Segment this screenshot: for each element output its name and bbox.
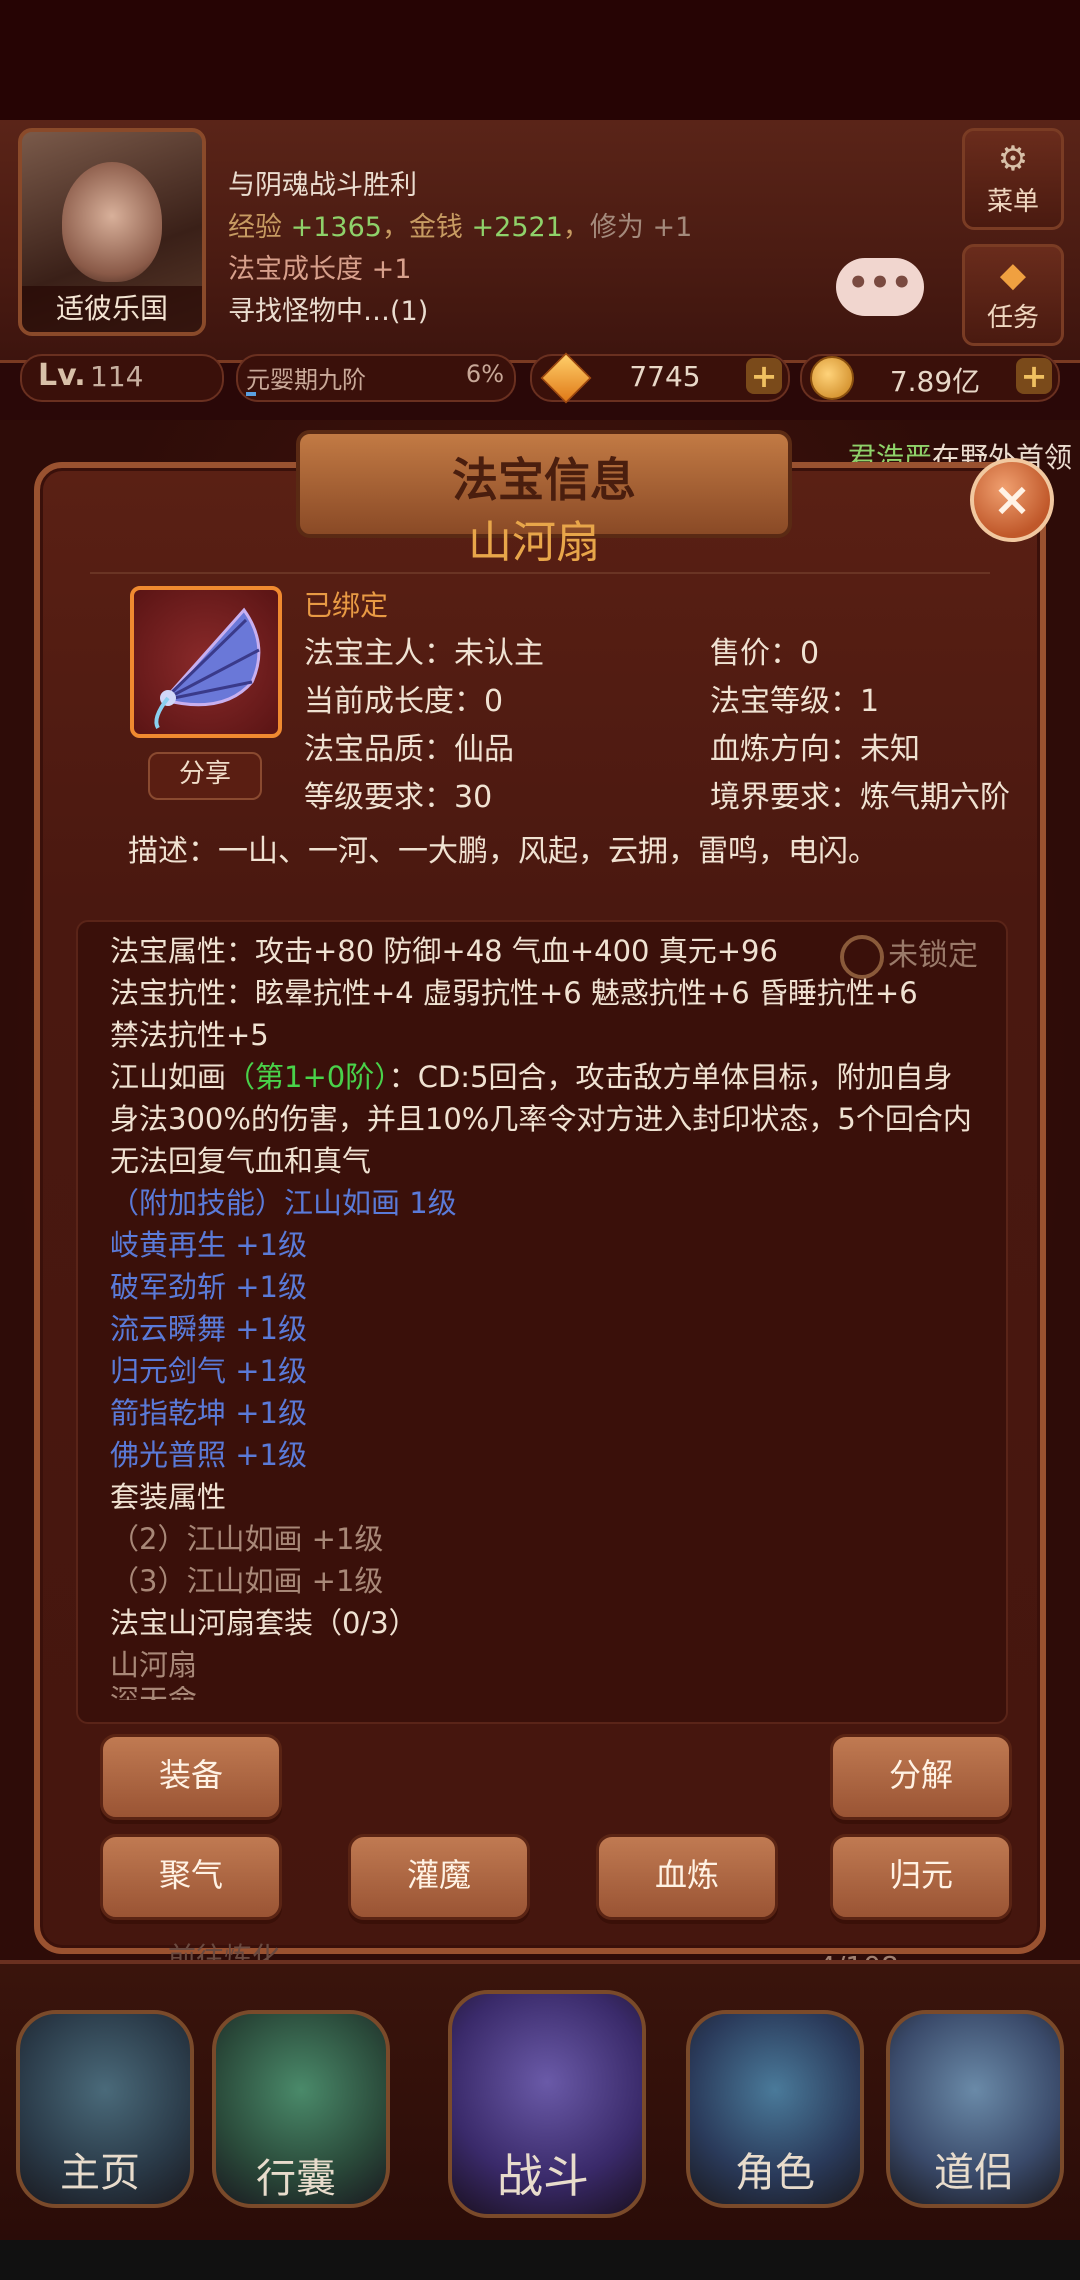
coin-count: 7.89亿 (889, 365, 981, 398)
nav-role-label: 角色 (735, 2150, 815, 2196)
cultivation-value: +1 (652, 212, 693, 243)
exp-label: 经验 (228, 212, 282, 243)
decompose-button[interactable]: 分解 (830, 1734, 1012, 1820)
add-gems-button[interactable]: + (746, 358, 782, 394)
battle-log-line2: 经验 +1365，金钱 +2521，修为 +1 (228, 208, 692, 248)
bonus-skill: 流云瞬舞 +1级 (110, 1312, 307, 1346)
growth-value: +1 (371, 254, 412, 285)
bonus-skill: 破军劲斩 +1级 (110, 1270, 307, 1304)
level-value: 114 (90, 360, 144, 393)
menu-button[interactable]: ⚙ 菜单 (962, 128, 1064, 230)
suit-item: 山河扇 (110, 1648, 198, 1682)
comma: ， (381, 212, 409, 243)
comma: ， (562, 212, 590, 243)
realm-name: 元婴期九阶 (246, 366, 366, 394)
battle-log-line1: 与阴魂战斗胜利 (228, 170, 417, 201)
blood-refine-button[interactable]: 血炼 (596, 1834, 778, 1920)
extra-skill: （附加技能）江山如画 1级 (110, 1186, 457, 1220)
nav-bag-label: 行囊 (256, 2156, 336, 2202)
quality-info: 法宝品质：仙品 (304, 732, 514, 767)
bound-status: 已绑定 (304, 589, 389, 622)
realm-progress: 6% (465, 360, 504, 388)
return-button[interactable]: 归元 (830, 1834, 1012, 1920)
realm-progress-fill (246, 392, 256, 396)
exp-value: +1365 (290, 212, 382, 243)
suit-title: 法宝山河扇套装（0/3） (110, 1606, 418, 1640)
gem-currency: 7745 + (530, 352, 790, 404)
cultivation-label: 修为 (589, 212, 644, 243)
divider (90, 572, 990, 574)
resist-line-2: 禁法抗性+5 (110, 1018, 269, 1052)
bonus-skill: 佛光普照 +1级 (110, 1438, 307, 1472)
realm-bar: 元婴期九阶 6% (236, 354, 516, 402)
add-coins-button[interactable]: + (1016, 358, 1052, 394)
level-bar: Lv. 114 (20, 354, 224, 402)
gem-icon (540, 352, 592, 404)
skill-desc-1: ：CD:5回合，攻击敌方单体目标，附加自身 (388, 1060, 953, 1094)
diamond-icon: ◆ (999, 255, 1027, 295)
skill-desc-2: 身法300%的伤害，并且10%几率令对方进入封印状态，5个回合内 (110, 1102, 972, 1136)
attr-line: 法宝属性：攻击+80 防御+48 气血+400 真元+96 (110, 934, 778, 968)
resist-line-1: 法宝抗性：眩晕抗性+4 虚弱抗性+6 魅惑抗性+6 昏睡抗性+6 (110, 976, 918, 1010)
chat-bubble-button[interactable]: ••• (836, 258, 924, 316)
money-value: +2521 (471, 212, 563, 243)
set-bonus-3: （3）江山如画 +1级 (110, 1564, 384, 1598)
task-button[interactable]: ◆ 任务 (962, 244, 1064, 346)
system-nav-strip (0, 2240, 1080, 2280)
equip-button[interactable]: 装备 (100, 1734, 282, 1820)
gear-icon: ⚙ (997, 139, 1029, 179)
skill-line-1: 江山如画（第1+0阶）：CD:5回合，攻击敌方单体目标，附加自身 (110, 1056, 953, 1098)
battle-log-line3: 法宝成长度 +1 (228, 250, 411, 290)
bonus-skill: 箭指乾坤 +1级 (110, 1396, 307, 1430)
player-name: 适彼乐国 (22, 286, 202, 332)
nav-battle-label: 战斗 (497, 2149, 589, 2203)
set-bonus-2: （2）江山如画 +1级 (110, 1522, 384, 1556)
skill-tier: （第1+0阶） (226, 1060, 389, 1094)
item-description: 描述：一山、一河、一大鹏，风起，云拥，雷鸣，电闪。 (128, 834, 878, 869)
chat-dots-icon: ••• (847, 263, 913, 303)
suit-item: 深天命 (110, 1686, 197, 1700)
infuse-button[interactable]: 灌魔 (348, 1834, 530, 1920)
share-button[interactable]: 分享 (148, 752, 262, 800)
skill-desc-3: 无法回复气血和真气 (110, 1144, 372, 1178)
growth-label: 法宝成长度 (228, 254, 363, 285)
coin-icon (810, 356, 854, 400)
realm-req-info: 境界要求：炼气期六阶 (710, 780, 1010, 815)
growth-info: 当前成长度：0 (304, 684, 504, 719)
nav-partner-label: 道侣 (934, 2150, 1014, 2196)
lock-label: 未锁定 (888, 938, 978, 973)
task-label: 任务 (986, 303, 1039, 333)
level-req-info: 等级要求：30 (304, 780, 493, 815)
coin-currency: 7.89亿 + (800, 354, 1060, 402)
avatar-portrait (62, 162, 162, 282)
battle-log-line4: 寻找怪物中…(1) (228, 296, 429, 327)
item-level-info: 法宝等级：1 (710, 684, 880, 719)
price-info: 售价：0 (710, 636, 820, 671)
top-black-bar (0, 0, 1080, 120)
fan-icon[interactable] (130, 586, 282, 738)
set-title: 套装属性 (110, 1480, 227, 1514)
owner-info: 法宝主人：未认主 (304, 636, 544, 671)
menu-label: 菜单 (986, 187, 1039, 217)
item-name: 山河扇 (468, 517, 600, 568)
bonus-skill: 岐黄再生 +1级 (110, 1228, 307, 1262)
level-label: Lv. (38, 358, 86, 393)
gem-count: 7745 (629, 360, 701, 393)
gather-button[interactable]: 聚气 (100, 1834, 282, 1920)
player-avatar[interactable]: 适彼乐国 (18, 128, 206, 336)
bonus-skill: 归元剑气 +1级 (110, 1354, 307, 1388)
nav-home-label: 主页 (60, 2150, 140, 2196)
skill-name: 江山如画 (110, 1060, 227, 1094)
money-label: 金钱 (408, 212, 463, 243)
blood-direction-info: 血炼方向：未知 (710, 732, 920, 767)
